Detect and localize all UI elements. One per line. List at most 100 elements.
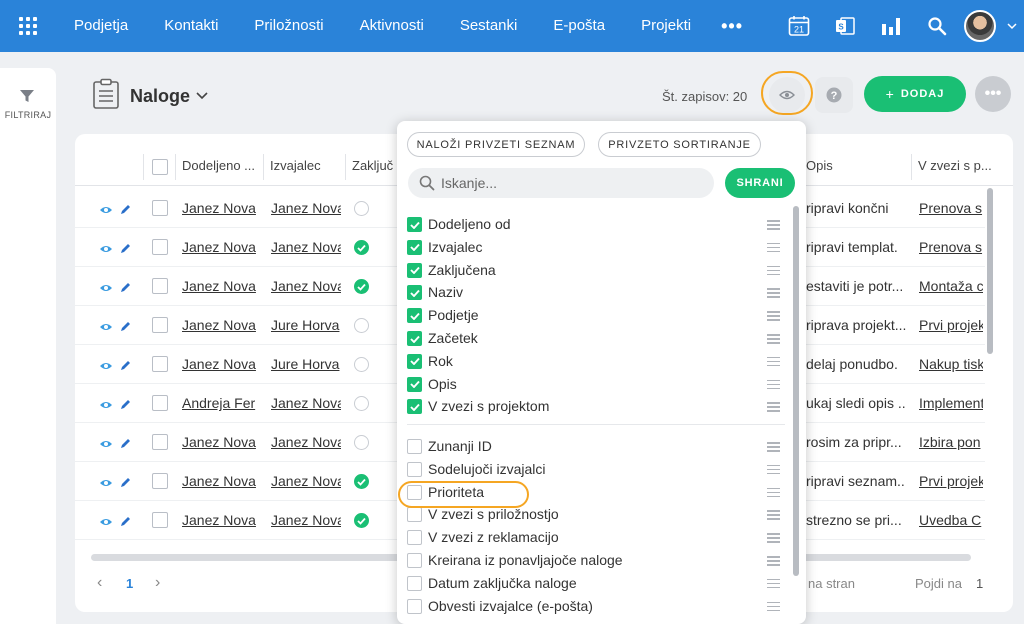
assigned-by-link[interactable]: Janez Nova (182, 512, 258, 528)
column-option[interactable]: Datum zaključka naloge (407, 573, 787, 595)
row-checkbox[interactable] (152, 356, 168, 372)
scroll-thumb[interactable] (987, 188, 993, 354)
edit-icon[interactable] (120, 280, 131, 298)
drag-handle-icon[interactable] (767, 578, 780, 591)
view-icon[interactable] (99, 319, 113, 337)
related-project-link[interactable]: Prvi projek (919, 317, 983, 333)
drag-handle-icon[interactable] (767, 510, 780, 522)
filter-label[interactable]: FILTRIRAJ (0, 110, 56, 120)
row-checkbox[interactable] (152, 395, 168, 411)
column-option[interactable]: Rok (407, 351, 787, 373)
executor-link[interactable]: Janez Nova (271, 473, 341, 489)
checked-checkbox[interactable] (407, 285, 422, 301)
more-options-button[interactable]: ••• (975, 76, 1011, 112)
view-icon[interactable] (99, 514, 113, 532)
drag-handle-icon[interactable] (767, 379, 780, 392)
column-option[interactable]: Prioriteta (407, 482, 787, 504)
drag-handle-icon[interactable] (767, 601, 780, 614)
checked-checkbox[interactable] (407, 308, 422, 324)
checked-checkbox[interactable] (407, 217, 422, 232)
select-all-checkbox[interactable] (152, 159, 168, 175)
drag-handle-icon[interactable] (767, 220, 780, 232)
unchecked-checkbox[interactable] (407, 553, 422, 568)
prev-page-icon[interactable]: ‹ (97, 574, 102, 592)
edit-icon[interactable] (120, 397, 131, 415)
column-visibility-button[interactable] (769, 77, 805, 113)
view-icon[interactable] (99, 475, 113, 493)
edit-icon[interactable] (120, 358, 131, 376)
drag-handle-icon[interactable] (767, 533, 780, 545)
column-header-executor[interactable]: Izvajalec (270, 158, 342, 173)
edit-icon[interactable] (120, 319, 131, 337)
app-grid-icon[interactable] (0, 0, 56, 52)
column-header-done[interactable]: Zaključ (352, 158, 394, 173)
related-project-link[interactable]: Implement (919, 395, 983, 411)
column-option[interactable]: Dodeljeno od (407, 214, 787, 236)
drag-handle-icon[interactable] (767, 442, 780, 454)
edit-icon[interactable] (120, 202, 131, 220)
view-icon[interactable] (99, 397, 113, 415)
related-project-link[interactable]: Uvedba C (919, 512, 983, 528)
column-option[interactable]: Kreirana iz ponavljajoče naloge (407, 550, 787, 572)
related-project-link[interactable]: Montaža c (919, 278, 983, 294)
related-project-link[interactable]: Prenova s (919, 200, 983, 216)
column-option[interactable]: Zaključena (407, 260, 787, 282)
unchecked-checkbox[interactable] (407, 598, 422, 614)
column-option[interactable]: Začetek (407, 328, 787, 350)
view-icon[interactable] (99, 280, 113, 298)
related-project-link[interactable]: Prenova s (919, 239, 983, 255)
filter-icon[interactable] (19, 88, 35, 104)
nav-item-aktivnosti[interactable]: Aktivnosti (342, 0, 442, 52)
nav-item-podjetja[interactable]: Podjetja (56, 0, 146, 52)
executor-link[interactable]: Jure Horva (271, 317, 341, 333)
not-completed-circle-icon[interactable] (354, 318, 369, 333)
column-option[interactable]: V zvezi z reklamacijo (407, 527, 787, 549)
drag-handle-icon[interactable] (767, 487, 780, 500)
unchecked-checkbox[interactable] (407, 575, 422, 591)
nav-item-sestanki[interactable]: Sestanki (442, 0, 536, 52)
drag-handle-icon[interactable] (767, 556, 780, 568)
view-icon[interactable] (99, 241, 113, 259)
drag-handle-icon[interactable] (767, 288, 780, 300)
not-completed-circle-icon[interactable] (354, 396, 369, 411)
drag-handle-icon[interactable] (767, 311, 780, 323)
table-vertical-scrollbar[interactable] (985, 188, 995, 562)
unchecked-checkbox[interactable] (407, 484, 422, 500)
assigned-by-link[interactable]: Andreja Fer (182, 395, 258, 411)
executor-link[interactable]: Janez Nova (271, 200, 341, 216)
related-project-link[interactable]: Izbira pon (919, 434, 983, 450)
drag-handle-icon[interactable] (767, 402, 780, 414)
search-icon[interactable] (914, 0, 960, 52)
next-page-icon[interactable]: › (155, 574, 160, 592)
column-header-related[interactable]: V zvezi s p... (918, 158, 996, 173)
executor-link[interactable]: Janez Nova (271, 239, 341, 255)
checked-checkbox[interactable] (407, 376, 422, 392)
nav-item-eposta[interactable]: E-pošta (535, 0, 623, 52)
checked-checkbox[interactable] (407, 399, 422, 415)
page-title[interactable]: Naloge (130, 86, 190, 107)
executor-link[interactable]: Jure Horva (271, 356, 341, 372)
column-option[interactable]: Zunanji ID (407, 436, 787, 458)
column-header-assigned[interactable]: Dodeljeno ... (182, 158, 260, 173)
column-option[interactable]: Sodelujoči izvajalci (407, 459, 787, 481)
panel-scrollbar[interactable] (793, 206, 799, 576)
load-default-list-button[interactable]: NALOŽI PRIVZETI SEZNAM (407, 132, 585, 157)
unchecked-checkbox[interactable] (407, 530, 422, 546)
row-checkbox[interactable] (152, 278, 168, 294)
chart-icon[interactable] (868, 0, 914, 52)
assigned-by-link[interactable]: Janez Nova (182, 317, 258, 333)
user-avatar[interactable] (960, 0, 1000, 52)
row-checkbox[interactable] (152, 239, 168, 255)
completed-check-icon[interactable] (354, 279, 369, 294)
assigned-by-link[interactable]: Janez Nova (182, 473, 258, 489)
unchecked-checkbox[interactable] (407, 507, 422, 523)
help-button[interactable]: ? (815, 77, 853, 113)
edit-icon[interactable] (120, 514, 131, 532)
executor-link[interactable]: Janez Nova (271, 278, 341, 294)
column-option[interactable]: Naziv (407, 282, 787, 304)
checked-checkbox[interactable] (407, 353, 422, 369)
unchecked-checkbox[interactable] (407, 461, 422, 477)
current-page[interactable]: 1 (126, 576, 133, 591)
view-icon[interactable] (99, 202, 113, 220)
nav-item-priloznosti[interactable]: Priložnosti (236, 0, 341, 52)
